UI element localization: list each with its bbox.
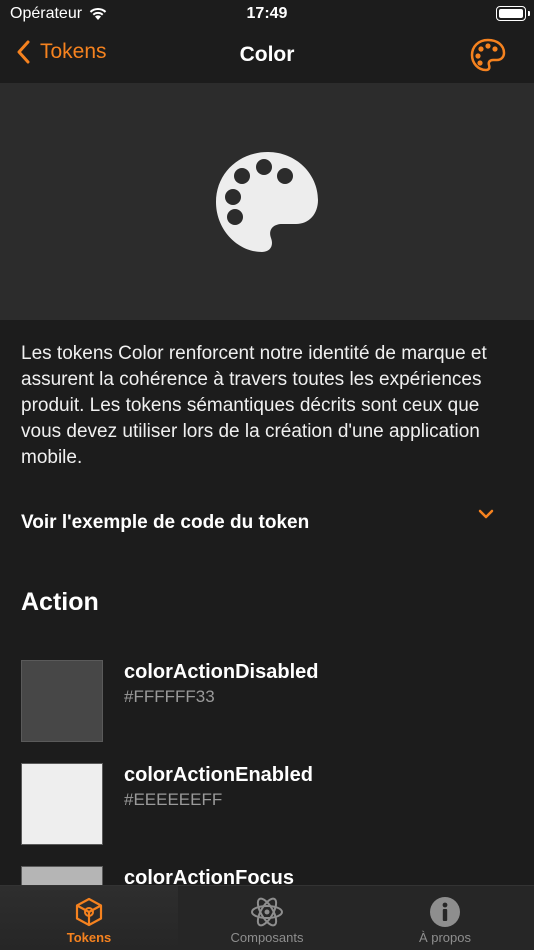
page-title: Color	[239, 43, 295, 66]
battery-icon	[496, 6, 530, 21]
tab-a-propos[interactable]: À propos	[356, 886, 534, 950]
status-bar: Opérateur 17:49	[0, 0, 534, 30]
tab-label: À propos	[418, 930, 472, 945]
token-name: colorActionEnabled	[124, 764, 313, 786]
tab-label: Composants	[230, 930, 304, 945]
color-swatch	[21, 763, 103, 845]
code-example-label: Voir l'exemple de code du token	[21, 512, 310, 533]
token-row[interactable]: colorActionDisabled #FFFFFF33	[0, 659, 534, 762]
token-hex: #EEEEEEFF	[124, 790, 223, 809]
token-row[interactable]: colorActionEnabled #EEEEEEFF	[0, 762, 534, 865]
tab-composants[interactable]: Composants	[178, 886, 356, 950]
tab-tokens[interactable]: Tokens	[0, 886, 178, 950]
tab-bar: Tokens Composants À propos	[0, 885, 534, 950]
chevron-down-icon	[478, 509, 494, 519]
atom-icon	[251, 897, 283, 927]
navigation-bar: Tokens Color	[0, 30, 534, 83]
color-swatch	[21, 660, 103, 742]
palette-icon	[470, 38, 506, 72]
code-example-toggle[interactable]: Voir l'exemple de code du token	[0, 500, 534, 546]
section-title: Action	[21, 588, 99, 616]
palette-icon	[216, 151, 318, 252]
clock: 17:49	[246, 5, 288, 22]
token-name: colorActionDisabled	[124, 661, 319, 683]
info-icon	[430, 897, 460, 927]
token-hex: #FFFFFF33	[124, 687, 215, 706]
palette-button[interactable]	[470, 38, 506, 77]
tab-label: Tokens	[66, 930, 112, 945]
cube-icon	[75, 897, 103, 927]
description-text: Les tokens Color renforcent notre identi…	[21, 343, 487, 468]
hero-banner	[0, 83, 534, 320]
